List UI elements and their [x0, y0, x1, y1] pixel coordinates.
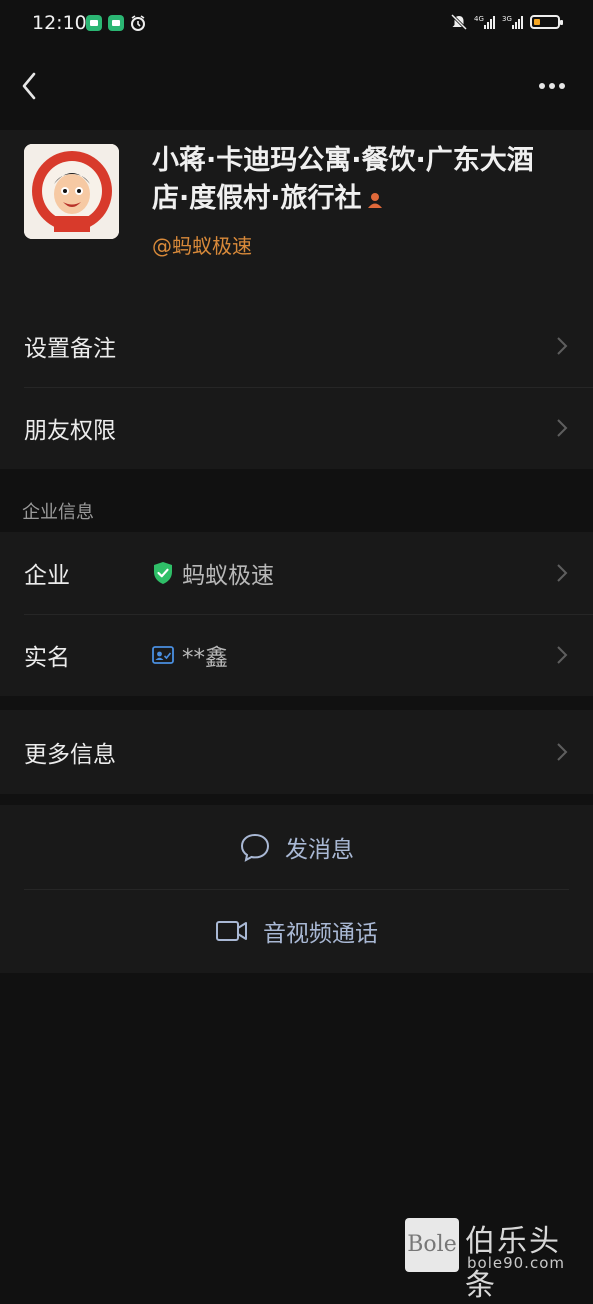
- enterprise-value: 蚂蚁极速: [152, 556, 274, 590]
- more-info-label: 更多信息: [24, 742, 116, 768]
- video-call-label: 音视频通话: [263, 921, 378, 947]
- send-message-button[interactable]: 发消息: [0, 805, 593, 889]
- svg-text:3G: 3G: [502, 15, 512, 23]
- more-options-icon[interactable]: [537, 76, 567, 96]
- person-orange-icon: [367, 192, 382, 208]
- system-status-icons: 4G 3G: [450, 14, 563, 30]
- enterprise-group: 企业 蚂蚁极速 实名 **鑫: [0, 532, 593, 696]
- profile-name-block: 小蒋·卡迪玛公寓·餐饮·广东大酒店·度假村·旅行社: [152, 142, 552, 218]
- friend-permissions-row[interactable]: 朋友权限: [0, 387, 593, 469]
- video-call-button[interactable]: 音视频通话: [0, 889, 593, 973]
- real-name-text: **鑫: [182, 645, 228, 671]
- settings-group: 设置备注 朋友权限: [0, 305, 593, 469]
- action-group: 发消息 音视频通话: [0, 805, 593, 973]
- status-bar: 12:10 4G 3G: [0, 0, 593, 48]
- battery-icon: [530, 15, 563, 29]
- profile-header: 小蒋·卡迪玛公寓·餐饮·广东大酒店·度假村·旅行社 @蚂蚁极速: [0, 130, 593, 305]
- enterprise-row[interactable]: 企业 蚂蚁极速: [0, 532, 593, 614]
- avatar[interactable]: [24, 144, 119, 239]
- more-info-row[interactable]: 更多信息: [0, 710, 593, 794]
- real-name-label: 实名: [24, 645, 70, 671]
- profile-handle[interactable]: @蚂蚁极速: [152, 230, 252, 259]
- chevron-right-icon: [557, 564, 568, 582]
- id-card-icon: [152, 646, 174, 664]
- status-time: 12:10: [32, 12, 87, 34]
- notification-icons: [86, 15, 146, 31]
- enterprise-label: 企业: [24, 563, 70, 589]
- enterprise-section-title: 企业信息: [22, 502, 94, 523]
- signal-4g-icon: 4G: [474, 15, 495, 29]
- top-bar: [0, 56, 593, 116]
- set-remark-row[interactable]: 设置备注: [0, 305, 593, 387]
- svg-text:4G: 4G: [474, 15, 484, 23]
- enterprise-name: 蚂蚁极速: [182, 563, 274, 589]
- real-name-value: **鑫: [152, 638, 228, 672]
- verified-shield-icon: [154, 562, 172, 584]
- set-remark-label: 设置备注: [24, 336, 116, 362]
- chat-bubble-icon: [240, 833, 270, 862]
- watermark: Bole 伯乐头条 bole90.com: [405, 1216, 585, 1303]
- profile-name: 小蒋·卡迪玛公寓·餐饮·广东大酒店·度假村·旅行社: [152, 145, 534, 214]
- real-name-row[interactable]: 实名 **鑫: [0, 614, 593, 696]
- signal-3g-icon: 3G: [502, 15, 523, 29]
- app-notification-icon: [108, 15, 124, 31]
- avatar-cartoon-image: [24, 144, 119, 239]
- chevron-right-icon: [557, 337, 568, 355]
- send-message-label: 发消息: [285, 837, 354, 863]
- video-camera-icon: [216, 921, 247, 941]
- back-arrow-icon[interactable]: [18, 70, 42, 102]
- app-notification-icon: [86, 15, 102, 31]
- mute-bell-icon: [450, 14, 468, 30]
- watermark-logo: Bole: [405, 1218, 459, 1272]
- chevron-right-icon: [557, 646, 568, 664]
- chevron-right-icon: [557, 743, 568, 761]
- more-info-group: 更多信息: [0, 710, 593, 794]
- chevron-right-icon: [557, 419, 568, 437]
- watermark-url: bole90.com: [467, 1254, 565, 1272]
- alarm-icon: [131, 15, 145, 31]
- friend-permissions-label: 朋友权限: [24, 418, 116, 444]
